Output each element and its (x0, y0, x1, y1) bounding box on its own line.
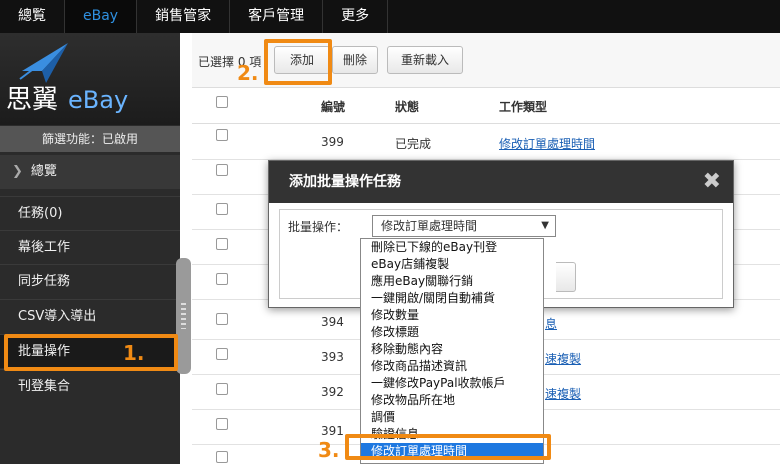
step1-label: 1. (123, 341, 145, 365)
logo: 思翼 eBay (0, 33, 180, 125)
dialog-title: 添加批量操作任務 (269, 161, 733, 203)
sidebar-item-sync-tasks[interactable]: 同步任務 (0, 264, 180, 298)
sidebar-item-listing-collections[interactable]: 刊登集合 (0, 369, 180, 403)
filter-status[interactable]: 篩選功能：已啟用 (0, 126, 180, 152)
logo-text: 思翼 eBay (6, 79, 128, 116)
select-all-checkbox[interactable] (216, 96, 228, 108)
top-nav: 總覧 eBay 銷售管家 客戶管理 更多 (0, 0, 780, 33)
delete-button[interactable]: 刪除 (332, 46, 378, 74)
select-value: 修改訂單處理時間 (381, 219, 478, 233)
row-checkbox[interactable] (216, 348, 228, 360)
row-id: 394 (321, 315, 344, 329)
sidebar-overview-label: 總覽 (30, 164, 57, 179)
nav-sales-manager[interactable]: 銷售管家 (137, 0, 231, 33)
nav-ebay[interactable]: eBay (65, 0, 138, 33)
row-checkbox[interactable] (216, 313, 228, 325)
highlight-box-step1 (4, 334, 178, 371)
step2-label: 2. (237, 61, 259, 85)
row-checkbox[interactable] (216, 129, 228, 141)
column-id: 編號 (321, 100, 346, 114)
row-status: 已完成 (395, 137, 432, 151)
nav-overview[interactable]: 總覧 (0, 0, 65, 33)
row-type-link[interactable]: 修改訂單處理時間 (499, 135, 595, 152)
row-checkbox[interactable] (216, 451, 228, 463)
table-row[interactable]: 399 已完成 修改訂單處理時間 (192, 125, 780, 160)
option-edit-title[interactable]: 修改標題 (361, 324, 543, 341)
option-ebay-store-copy[interactable]: eBay店鋪複製 (361, 256, 543, 273)
column-type: 工作類型 (499, 100, 548, 114)
sidebar-overview[interactable]: ❯ 總覽 (0, 155, 180, 189)
highlight-box-step3 (345, 434, 551, 460)
sidebar-splitter[interactable] (176, 258, 191, 374)
row-type-link[interactable]: 速複製 (545, 385, 581, 402)
option-cross-promotion[interactable]: 應用eBay關聯行銷 (361, 273, 543, 290)
logo-brand: eBay (68, 86, 129, 114)
option-delete-offline-listings[interactable]: 刪除已下線的eBay刊登 (361, 239, 543, 256)
option-edit-paypal-account[interactable]: 一鍵修改PayPal收款帳戶 (361, 375, 543, 392)
row-type-link[interactable]: 息 (545, 315, 557, 332)
caret-down-icon: ▼ (541, 220, 549, 231)
column-status: 狀態 (395, 100, 420, 114)
option-edit-quantity[interactable]: 修改數量 (361, 307, 543, 324)
row-type-link[interactable]: 速複製 (545, 350, 581, 367)
step3-label: 3. (318, 438, 340, 462)
option-reprice[interactable]: 調價 (361, 409, 543, 426)
sidebar-item-tasks[interactable]: 任務(0) (0, 196, 180, 230)
row-id: 393 (321, 350, 344, 364)
option-toggle-auto-restock[interactable]: 一鍵開啟/關閉自動補貨 (361, 290, 543, 307)
reload-button[interactable]: 重新載入 (387, 46, 463, 74)
close-icon[interactable]: ✖ (703, 161, 721, 203)
row-checkbox[interactable] (216, 164, 228, 176)
option-edit-item-location[interactable]: 修改物品所在地 (361, 392, 543, 409)
highlight-box-step2 (264, 39, 332, 85)
dialog-action-button[interactable] (556, 262, 576, 292)
nav-more[interactable]: 更多 (323, 0, 389, 33)
row-checkbox[interactable] (216, 238, 228, 250)
row-id: 391 (321, 424, 344, 438)
row-checkbox[interactable] (216, 418, 228, 430)
bulk-operation-label: 批量操作： (288, 220, 349, 234)
option-remove-active-content[interactable]: 移除動態內容 (361, 341, 543, 358)
chevron-right-icon: ❯ (12, 164, 23, 179)
option-edit-description[interactable]: 修改商品描述資訊 (361, 358, 543, 375)
bulk-operation-options: 刪除已下線的eBay刊登 eBay店鋪複製 應用eBay關聯行銷 一鍵開啟/關閉… (360, 238, 544, 464)
sidebar-item-background-jobs[interactable]: 幕後工作 (0, 230, 180, 264)
row-id: 392 (321, 385, 344, 399)
row-id: 399 (321, 135, 344, 149)
drag-handle-icon (181, 303, 186, 329)
bulk-operation-select[interactable]: 修改訂單處理時間 ▼ (372, 215, 556, 237)
table-header: 編號 狀態 工作類型 (192, 88, 780, 124)
nav-customer-management[interactable]: 客戶管理 (230, 0, 324, 33)
row-checkbox[interactable] (216, 383, 228, 395)
sidebar-item-csv[interactable]: CSV導入導出 (0, 299, 180, 333)
row-checkbox[interactable] (216, 203, 228, 215)
logo-name: 思翼 (6, 85, 59, 115)
row-checkbox[interactable] (216, 273, 228, 285)
